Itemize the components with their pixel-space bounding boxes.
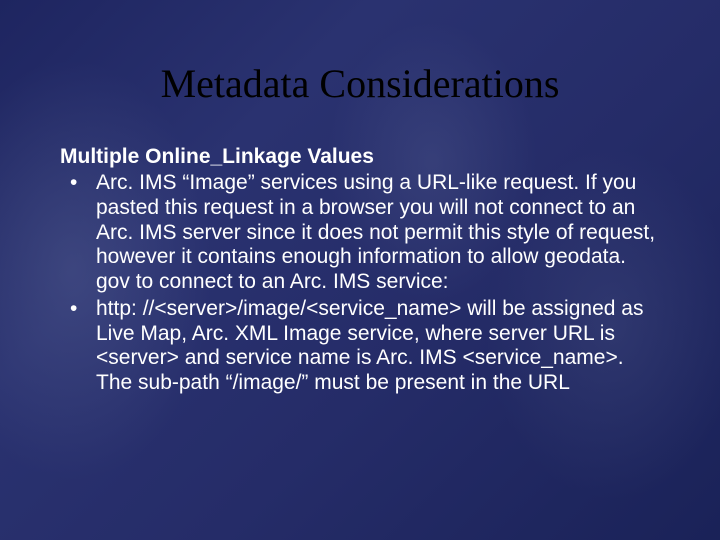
list-item: http: //<server>/image/<service_name> wi… (60, 297, 665, 396)
slide: Metadata Considerations Multiple Online_… (0, 0, 720, 540)
slide-title: Metadata Considerations (55, 60, 665, 107)
slide-subheading: Multiple Online_Linkage Values (60, 145, 665, 169)
slide-content: Multiple Online_Linkage Values Arc. IMS … (55, 145, 665, 396)
bullet-list: Arc. IMS “Image” services using a URL-li… (60, 171, 665, 396)
list-item: Arc. IMS “Image” services using a URL-li… (60, 171, 665, 295)
